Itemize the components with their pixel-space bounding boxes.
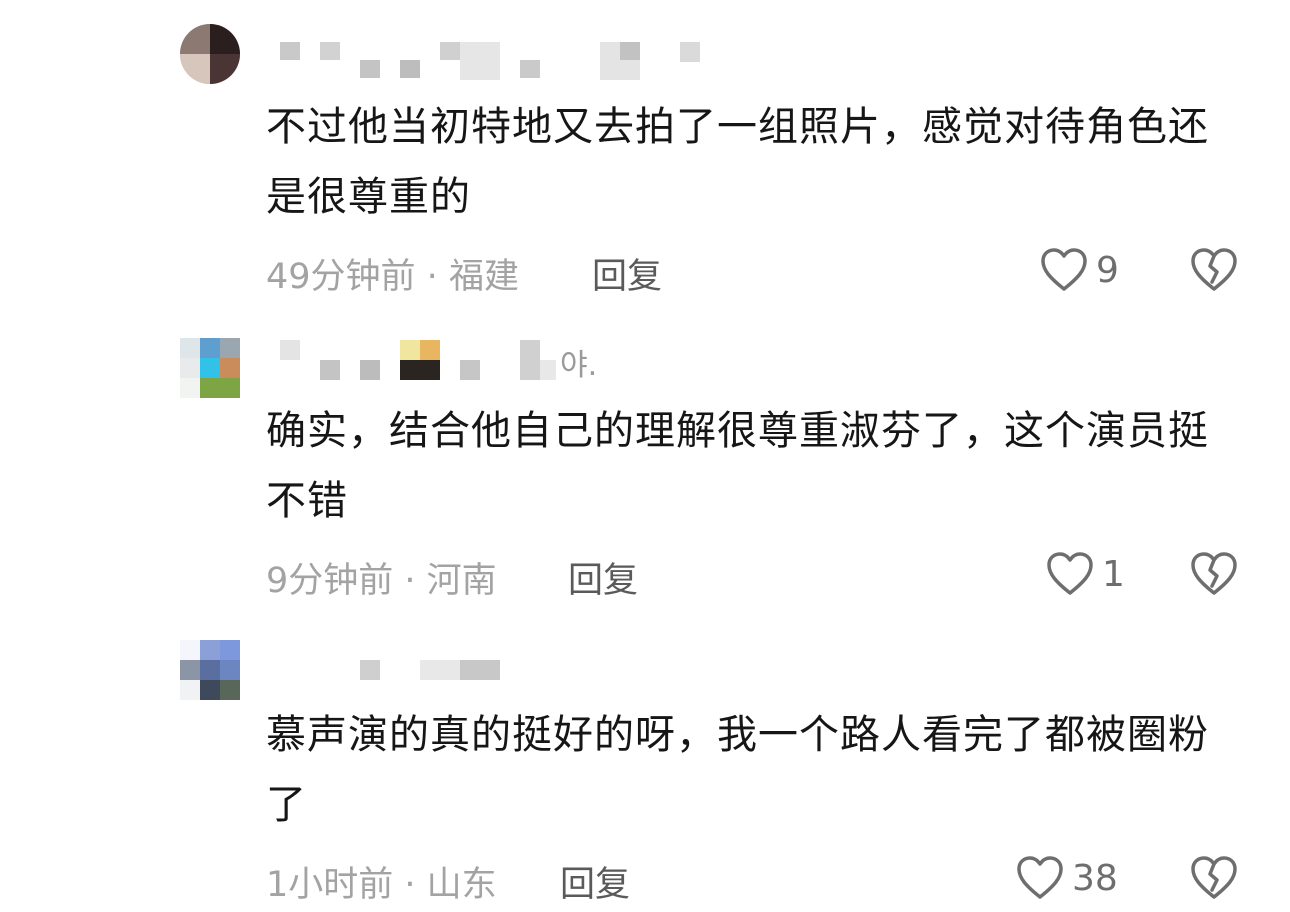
- like-button[interactable]: 9: [1040, 248, 1119, 292]
- heart-outline-icon: [1041, 248, 1087, 291]
- comment-time: 49分钟前: [266, 257, 416, 297]
- avatar[interactable]: [180, 640, 240, 700]
- username-pixelated[interactable]: [268, 340, 708, 382]
- heart-outline-icon: [1017, 856, 1063, 899]
- username-pixelated[interactable]: [268, 656, 708, 698]
- dislike-button[interactable]: [1190, 552, 1238, 600]
- avatar[interactable]: [180, 24, 240, 84]
- like-button[interactable]: 1: [1046, 552, 1125, 596]
- comment-meta: 49分钟前 · 福建: [266, 248, 519, 299]
- like-count: 9: [1096, 249, 1119, 291]
- comment-meta: 1小时前 · 山东: [266, 856, 497, 907]
- comment-location: 山东: [426, 865, 497, 905]
- broken-heart-icon: [1191, 856, 1237, 899]
- reply-button[interactable]: 回复: [560, 856, 630, 907]
- dislike-button[interactable]: [1190, 248, 1238, 296]
- comment-time: 1小时前: [266, 865, 394, 905]
- comment-location: 福建: [448, 257, 519, 297]
- meta-separator: ·: [415, 257, 449, 297]
- like-count: 38: [1072, 857, 1118, 899]
- meta-separator: ·: [393, 865, 427, 905]
- comment-text: 确实，结合他自己的理解很尊重淑芬了，这个演员挺不错: [266, 408, 1209, 524]
- comment-time: 9分钟前: [266, 561, 394, 601]
- username-suffix: 야.: [560, 348, 598, 383]
- like-button[interactable]: 38: [1016, 856, 1118, 900]
- comment-meta: 9分钟前 · 河南: [266, 552, 497, 603]
- reply-button[interactable]: 回复: [568, 552, 638, 603]
- username-pixelated[interactable]: [268, 38, 708, 80]
- comment-text: 不过他当初特地又去拍了一组照片，感觉对待角色还是很尊重的: [266, 104, 1209, 220]
- meta-separator: ·: [393, 561, 427, 601]
- comment-text: 慕声演的真的挺好的呀，我一个路人看完了都被圈粉了: [266, 712, 1209, 828]
- dislike-button[interactable]: [1190, 856, 1238, 904]
- broken-heart-icon: [1191, 552, 1237, 595]
- reply-button[interactable]: 回复: [592, 248, 662, 299]
- broken-heart-icon: [1191, 248, 1237, 291]
- heart-outline-icon: [1047, 552, 1093, 595]
- avatar[interactable]: [180, 338, 240, 398]
- comment-location: 河南: [426, 561, 497, 601]
- like-count: 1: [1102, 553, 1125, 595]
